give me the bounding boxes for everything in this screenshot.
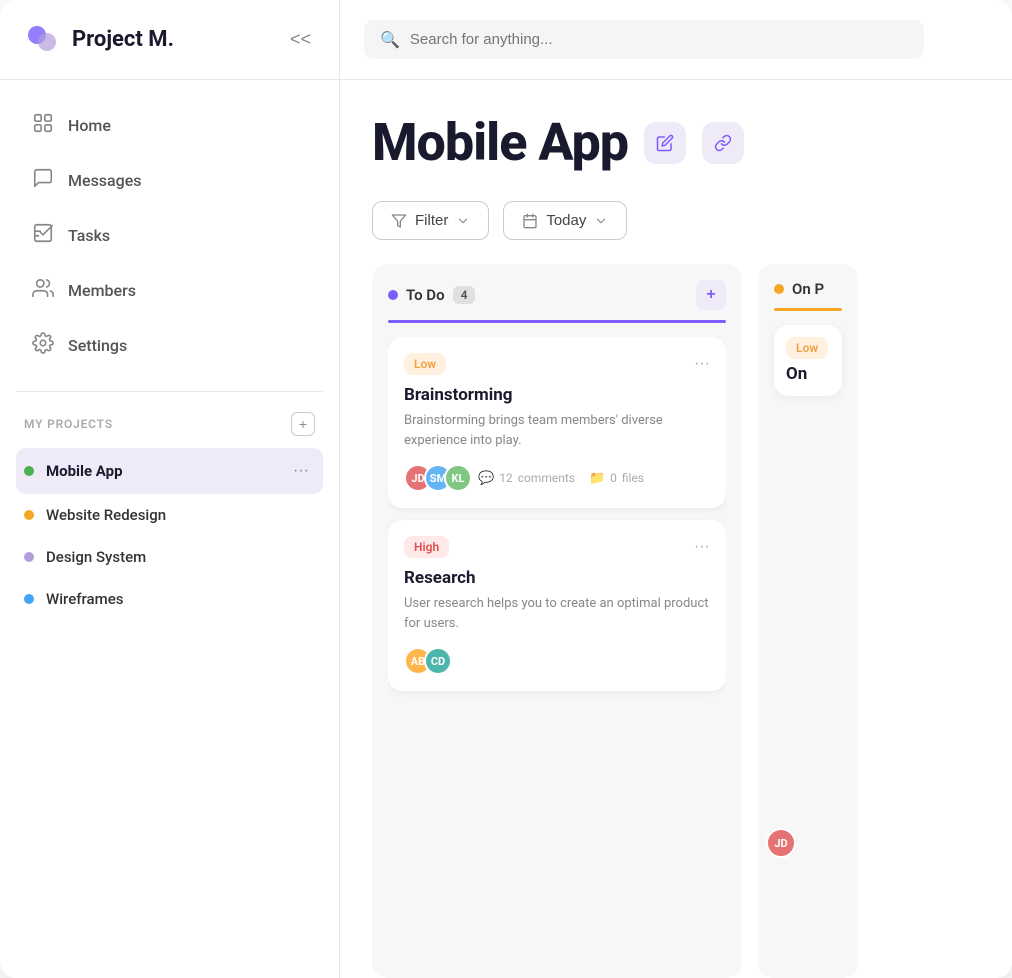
main-header-area: 🔍: [340, 20, 1012, 59]
sidebar: Home Messages: [0, 80, 340, 978]
project-dot-mobile-app: [24, 466, 34, 476]
home-icon: [32, 112, 54, 139]
projects-header: MY PROJECTS +: [16, 412, 323, 448]
projects-section-label: MY PROJECTS: [24, 417, 113, 431]
project-item-website-redesign[interactable]: Website Redesign: [16, 494, 323, 536]
filter-button[interactable]: Filter: [372, 201, 489, 240]
add-project-button[interactable]: +: [291, 412, 315, 436]
project-item-design-system[interactable]: Design System: [16, 536, 323, 578]
tasks-label: Tasks: [68, 226, 110, 245]
col-dot-todo: [388, 290, 398, 300]
project-name-wireframes: Wireframes: [46, 590, 315, 608]
project-name-website-redesign: Website Redesign: [46, 506, 315, 524]
app-logo: [24, 22, 60, 58]
card-menu-button-research[interactable]: ···: [694, 538, 710, 556]
search-input[interactable]: [410, 31, 908, 48]
search-box[interactable]: 🔍: [364, 20, 924, 59]
files-count: 0: [610, 471, 617, 485]
col-dot-on-progress: [774, 284, 784, 294]
comments-count: 12: [499, 471, 513, 485]
avatars-research: AB CD: [404, 647, 444, 675]
card-title-brainstorming: Brainstorming: [404, 385, 710, 405]
col-add-button-todo[interactable]: +: [696, 280, 726, 310]
sidebar-header: Project M. <<: [0, 0, 340, 79]
today-label: Today: [546, 212, 586, 229]
brand-name: Project M.: [72, 27, 274, 52]
sidebar-item-messages[interactable]: Messages: [16, 155, 323, 206]
project-name-mobile-app: Mobile App: [46, 462, 275, 480]
projects-section: MY PROJECTS + Mobile App ··· Website Red…: [0, 412, 339, 620]
col-progress-todo: [388, 320, 726, 323]
card-top-row: Low ···: [404, 353, 710, 375]
settings-label: Settings: [68, 336, 127, 355]
nav-items: Home Messages: [0, 100, 339, 371]
col-count-todo: 4: [453, 286, 476, 304]
avatars-brainstorming: JD SM KL: [404, 464, 464, 492]
members-icon: [32, 277, 54, 304]
project-name-design-system: Design System: [46, 548, 315, 566]
card-footer-brainstorming: JD SM KL 💬 12 comments 📁: [404, 464, 710, 492]
avatar: CD: [424, 647, 452, 675]
card-desc-brainstorming: Brainstorming brings team members' diver…: [404, 411, 710, 450]
sidebar-item-settings[interactable]: Settings: [16, 320, 323, 371]
main-content: Mobile App Filter: [340, 80, 1012, 978]
page-title-row: Mobile App: [372, 112, 980, 173]
task-card-research: High ··· Research User research helps yo…: [388, 520, 726, 691]
col-title-todo: To Do: [406, 286, 445, 304]
edit-title-button[interactable]: [644, 122, 686, 164]
project-item-mobile-app[interactable]: Mobile App ···: [16, 448, 323, 494]
settings-icon: [32, 332, 54, 359]
col-header-todo: To Do 4 +: [388, 280, 726, 310]
messages-label: Messages: [68, 171, 142, 190]
cards-list-todo: Low ··· Brainstorming Brainstorming brin…: [388, 337, 726, 962]
files-icon: 📁: [589, 471, 605, 486]
kanban-col-todo: To Do 4 + Low ··· Brainstorming Brainsto…: [372, 264, 742, 978]
col-header-on-progress: On P: [774, 280, 842, 298]
home-label: Home: [68, 116, 111, 135]
kanban-col-on-progress: On P Low On JD: [758, 264, 858, 978]
top-bar: Project M. << 🔍: [0, 0, 1012, 80]
messages-icon: [32, 167, 54, 194]
priority-badge-research: High: [404, 536, 449, 558]
filter-label: Filter: [415, 212, 448, 229]
card-desc-research: User research helps you to create an opt…: [404, 594, 710, 633]
partial-priority: Low: [786, 337, 828, 359]
card-title-research: Research: [404, 568, 710, 588]
card-footer-research: AB CD: [404, 647, 710, 675]
search-icon: 🔍: [380, 30, 400, 49]
card-meta-comments: 💬 12 comments: [478, 471, 575, 486]
card-menu-button[interactable]: ···: [694, 355, 710, 373]
page-title: Mobile App: [372, 112, 628, 173]
task-card-brainstorming: Low ··· Brainstorming Brainstorming brin…: [388, 337, 726, 508]
card-top-row-research: High ···: [404, 536, 710, 558]
project-menu-button-mobile-app[interactable]: ···: [287, 460, 315, 482]
link-button[interactable]: [702, 122, 744, 164]
card-meta-files: 📁 0 files: [589, 471, 644, 486]
partial-card-title: On: [786, 364, 830, 384]
filter-row: Filter Today: [372, 201, 980, 240]
sidebar-item-home[interactable]: Home: [16, 100, 323, 151]
sidebar-item-members[interactable]: Members: [16, 265, 323, 316]
avatar: KL: [444, 464, 472, 492]
project-dot-design-system: [24, 552, 34, 562]
kanban-board: To Do 4 + Low ··· Brainstorming Brainsto…: [372, 264, 980, 978]
sidebar-item-tasks[interactable]: Tasks: [16, 210, 323, 261]
body-layout: Home Messages: [0, 80, 1012, 978]
tasks-icon: [32, 222, 54, 249]
project-dot-wireframes: [24, 594, 34, 604]
today-filter-button[interactable]: Today: [503, 201, 627, 240]
files-label: files: [622, 471, 644, 485]
project-item-wireframes[interactable]: Wireframes: [16, 578, 323, 620]
partial-avatar: JD: [766, 828, 796, 858]
priority-badge: Low: [404, 353, 446, 375]
col-title-on-progress: On P: [792, 280, 824, 298]
col-progress-on-progress: [774, 308, 842, 311]
members-label: Members: [68, 281, 136, 300]
project-dot-website-redesign: [24, 510, 34, 520]
comment-icon: 💬: [478, 471, 494, 486]
collapse-sidebar-button[interactable]: <<: [286, 25, 315, 54]
sidebar-divider: [16, 391, 323, 392]
comments-label: comments: [518, 471, 575, 485]
